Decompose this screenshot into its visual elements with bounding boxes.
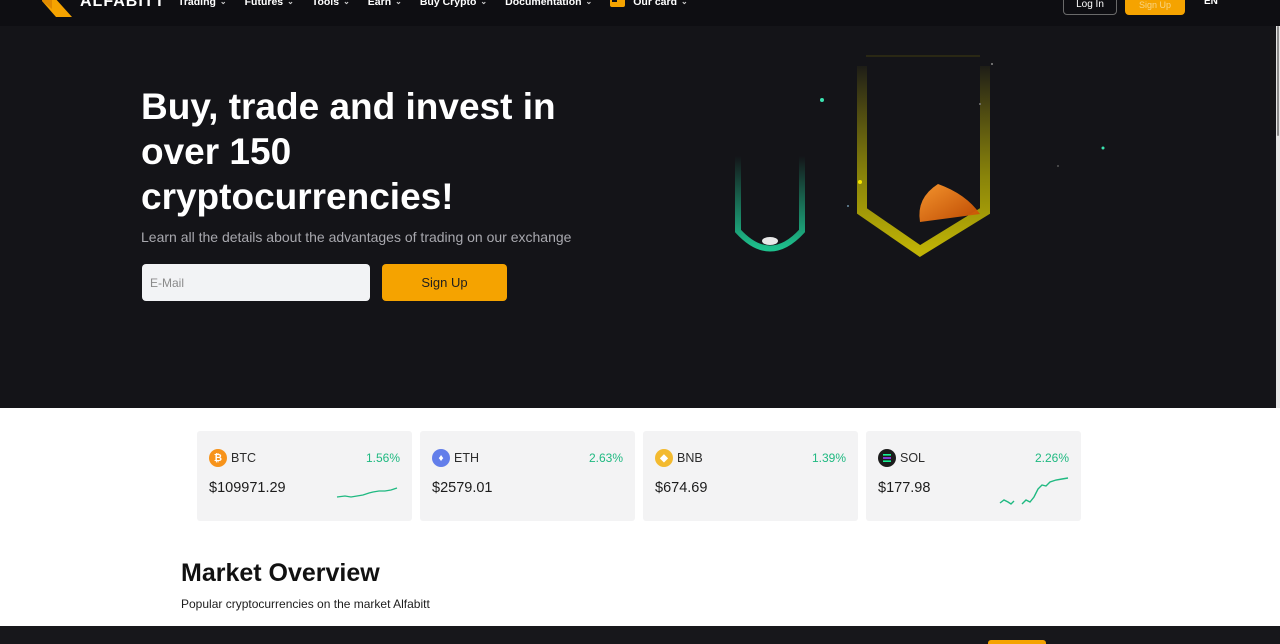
menu-earn-label: Earn [367,0,392,8]
menu-trading[interactable]: Trading ⌄ [178,0,227,8]
ticker-symbol: BTC [231,451,256,465]
hero-signup-button[interactable]: Sign Up [382,264,507,301]
chevron-down-icon: ⌄ [219,0,227,6]
menu-buy-crypto-label: Buy Crypto [419,0,477,8]
menu-documentation-label: Documentation [505,0,582,8]
email-input[interactable] [142,264,370,301]
signup-button-top[interactable]: Sign Up [1125,0,1185,15]
chevron-down-icon: ⌄ [585,0,593,6]
ticker-change: 2.63% [588,451,623,465]
ticker-price: $177.98 [878,480,931,496]
logo-text: ALFABITT [80,0,166,10]
bnb-icon: ◆ [655,449,673,467]
scrollbar[interactable] [1276,26,1280,408]
menu-earn[interactable]: Earn ⌄ [368,0,402,8]
hero-title: Buy, trade and invest in over 150 crypto… [141,86,556,217]
chevron-down-icon: ⌄ [287,0,294,6]
market-overview-subtitle: Popular cryptocurrencies on the market A… [181,597,430,611]
sparkline-chart [999,477,1069,505]
ticker-change: 1.39% [811,451,846,465]
main-menu: Trading ⌄ Futures ⌄ Tools ⌄ Earn ⌄ Buy Crypt… [178,0,706,8]
chevron-down-icon: ⌄ [480,0,488,6]
alfabitt-logo-icon [42,0,72,17]
menu-buy-crypto[interactable]: Buy Crypto ⌄ [420,0,487,8]
menu-documentation[interactable]: Documentation ⌄ [505,0,592,8]
login-button[interactable]: Log In [1063,0,1117,15]
ticker-change: 1.56% [365,451,400,465]
ticker-symbol: SOL [900,451,926,465]
menu-our-card-label: Our card [633,0,678,8]
solana-icon [878,449,896,467]
menu-trading-label: Trading [178,0,216,8]
menu-futures[interactable]: Futures ⌄ [245,0,294,8]
market-overview-title: Market Overview [181,559,380,587]
ticker-change: 2.26% [1034,451,1069,465]
sparkline-chart [336,487,398,498]
chevron-down-icon: ⌄ [395,0,402,6]
hero-subtitle: Learn all the details about the advantag… [141,229,572,245]
ticker-symbol: BNB [677,451,703,465]
chevron-down-icon: ⌄ [343,0,350,6]
menu-futures-label: Futures [244,0,284,8]
ticker-card-bnb[interactable]: ◆ BNB 1.39% $674.69 [643,431,858,521]
ticker-price: $674.69 [655,480,708,496]
ethereum-icon: ♦ [432,449,450,467]
ticker-price: $2579.01 [432,480,493,496]
logo[interactable]: ALFABITT [42,0,165,18]
menu-tools[interactable]: Tools ⌄ [312,0,350,8]
ticker-price: $109971.29 [209,480,286,496]
top-navbar: ALFABITT Trading ⌄ Futures ⌄ Tools ⌄ Earn ⌄ … [0,0,1280,26]
ticker-list: ₿ BTC 1.56% $109971.29 ♦ ETH 2.63% $2579… [197,431,1081,521]
card-icon [610,0,626,7]
market-table-header [0,626,1280,644]
bitcoin-icon: ₿ [209,449,227,467]
ticker-card-btc[interactable]: ₿ BTC 1.56% $109971.29 [197,431,412,521]
ticker-symbol: ETH [454,451,479,465]
hero-illustration [735,55,1105,257]
language-selector[interactable]: EN [1204,0,1218,7]
menu-our-card[interactable]: Our card ⌄ [610,0,688,8]
ticker-card-sol[interactable]: SOL 2.26% $177.98 [866,431,1081,521]
ticker-card-eth[interactable]: ♦ ETH 2.63% $2579.01 [420,431,635,521]
chevron-down-icon: ⌄ [681,0,688,6]
menu-tools-label: Tools [311,0,340,8]
